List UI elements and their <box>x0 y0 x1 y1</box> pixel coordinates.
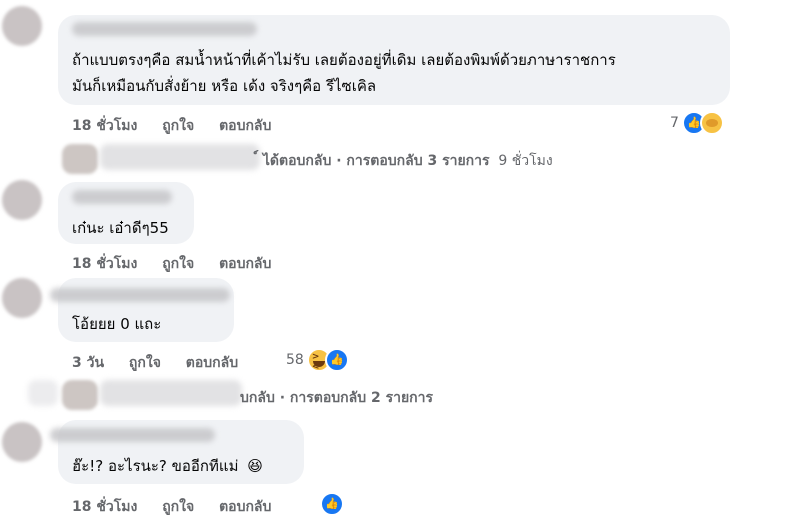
reply-link[interactable]: ตอบกลับ <box>219 115 271 137</box>
comment-text: เก๋นะ เอ๋าดีๆ55 <box>72 219 169 237</box>
reply-thread-text: บกลับ · การตอบกลับ 2 รายการ <box>240 390 434 406</box>
like-icon <box>324 348 349 372</box>
like-link[interactable]: ถูกใจ <box>162 496 194 518</box>
commenter-avatar[interactable] <box>2 180 42 220</box>
reaction-summary[interactable]: 58 <box>286 348 349 372</box>
reply-avatar[interactable] <box>62 380 98 410</box>
reaction-summary[interactable]: 7 <box>670 111 724 135</box>
like-icon <box>320 492 344 516</box>
reaction-count: 7 <box>670 115 679 131</box>
commenter-name-redacted[interactable] <box>50 428 215 442</box>
reaction-count: 58 <box>286 352 304 368</box>
like-link[interactable]: ถูกใจ <box>129 352 161 374</box>
comment-text-line: ถ้าแบบตรงๆคือ สมน้ำหน้าที่เค้าไม่รับ เลย… <box>72 51 616 69</box>
reply-author-redacted[interactable] <box>100 380 242 406</box>
comment-timestamp[interactable]: 18 ชั่วโมง <box>72 496 137 518</box>
like-link[interactable]: ถูกใจ <box>162 115 194 137</box>
comment-actions: 18 ชั่วโมง ถูกใจ ตอบกลับ <box>72 253 271 275</box>
view-replies-link[interactable]: ์ ได้ตอบกลับ · การตอบกลับ 3 รายการ 9 ชั่… <box>258 150 553 172</box>
care-icon <box>699 111 724 135</box>
reply-thread-text: ์ ได้ตอบกลับ · การตอบกลับ 3 รายการ <box>258 153 490 169</box>
commenter-avatar[interactable] <box>2 278 42 318</box>
reply-link[interactable]: ตอบกลับ <box>219 253 271 275</box>
commenter-name-redacted[interactable] <box>72 22 257 36</box>
comment-timestamp[interactable]: 18 ชั่วโมง <box>72 115 137 137</box>
comment-actions: 18 ชั่วโมง ถูกใจ ตอบกลับ <box>72 496 271 518</box>
comment-text-body: ฮ๊ะ!? อะไรนะ? ขออีกทีแม่ <box>72 457 239 475</box>
like-link[interactable]: ถูกใจ <box>162 253 194 275</box>
comment-actions: 18 ชั่วโมง ถูกใจ ตอบกลับ <box>72 115 271 137</box>
comment-text: โอ้ยยย 0 แถะ <box>72 315 162 333</box>
reply-link[interactable]: ตอบกลับ <box>186 352 238 374</box>
comment-text: ฮ๊ะ!? อะไรนะ? ขออีกทีแม่ 😆 <box>72 455 263 477</box>
reply-author-redacted[interactable] <box>28 380 58 406</box>
commenter-name-redacted[interactable] <box>50 288 230 302</box>
commenter-avatar[interactable] <box>2 6 42 46</box>
comment-timestamp[interactable]: 3 วัน <box>72 352 104 374</box>
commenter-avatar[interactable] <box>2 422 42 462</box>
comment-text-line: มันก็เหมือนกับสั่งย้าย หรือ เด้ง จริงๆคื… <box>72 77 377 95</box>
reaction-summary[interactable] <box>320 492 344 516</box>
reply-thread-time: 9 ชั่วโมง <box>498 153 553 169</box>
comment-actions: 3 วัน ถูกใจ ตอบกลับ <box>72 352 238 374</box>
reply-avatar[interactable] <box>62 144 98 174</box>
commenter-name-redacted[interactable] <box>72 190 172 204</box>
reply-author-redacted[interactable] <box>100 144 260 170</box>
laughing-emoji: 😆 <box>247 457 263 475</box>
comment-timestamp[interactable]: 18 ชั่วโมง <box>72 253 137 275</box>
reply-link[interactable]: ตอบกลับ <box>219 496 271 518</box>
view-replies-link[interactable]: บกลับ · การตอบกลับ 2 รายการ <box>240 387 433 409</box>
